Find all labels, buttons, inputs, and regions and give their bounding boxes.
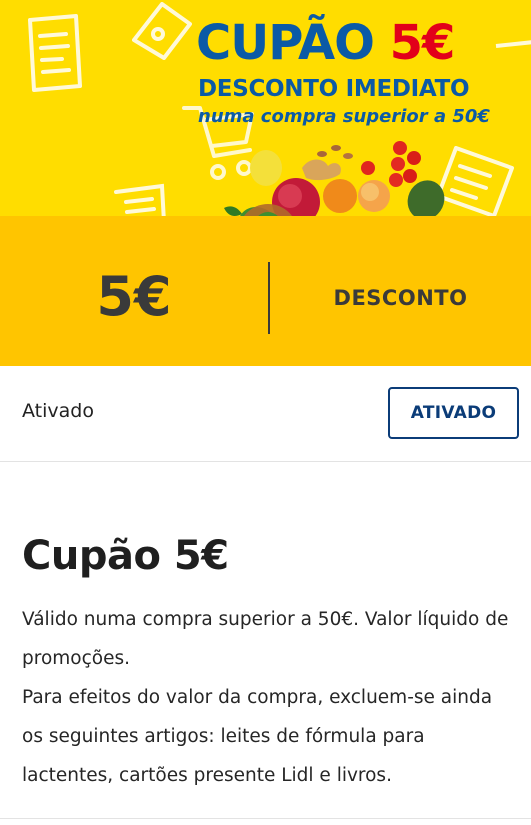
activated-button[interactable]: ATIVADO [388,387,519,439]
fruits-vegetables-illustration [224,141,445,216]
receipt-icon [28,14,82,92]
receipt-icon [114,183,166,216]
coupon-description-validity: Válido numa compra superior a 50€. Valor… [22,609,509,669]
banner-title-amount: 5€ [389,15,456,71]
coupon-details: Cupão 5€ Válido numa compra superior a 5… [22,530,517,795]
coupon-banner: CUPÃO 5€ DESCONTO IMEDIATO numa compra s… [0,0,531,216]
banner-title: CUPÃO 5€ [196,15,456,71]
discount-label: DESCONTO [333,286,468,310]
divider [0,818,531,819]
coupon-status-row: Ativado ATIVADO [0,366,531,462]
ticket-icon [132,2,192,60]
status-text: Ativado [22,400,94,422]
banner-condition: numa compra superior a 50€ [198,106,490,127]
discount-amount: 5€ [96,264,172,328]
coupon-description-exclusions: Para efeitos do valor da compra, excluem… [22,687,493,786]
coupon-value-strip: 5€ DESCONTO [0,216,531,366]
banner-subtitle: DESCONTO IMEDIATO [198,76,470,102]
coupon-title: Cupão 5€ [22,533,229,579]
